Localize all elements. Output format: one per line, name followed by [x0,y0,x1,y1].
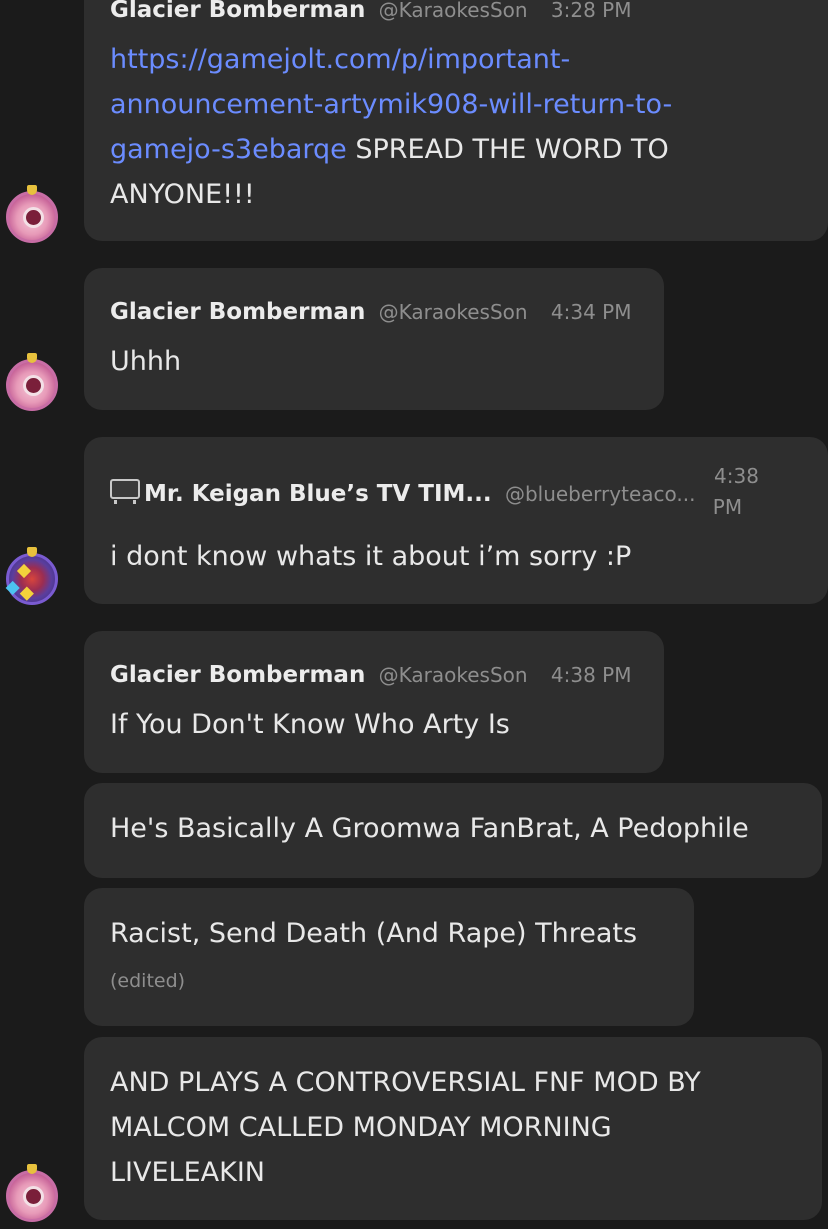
message-time: 4:34 PM [550,300,632,324]
message-link[interactable]: https://gamejolt.com/p/important- [110,44,570,75]
user-avatar[interactable] [6,353,58,411]
message-time: 3:28 PM [550,0,632,22]
message-text: i dont know whats it about i’m sorry :P [110,541,632,572]
user-avatar[interactable] [6,1164,58,1222]
author-handle[interactable]: @KaraokesSon [379,0,528,22]
message-text: Racist, Send Death (And Rape) Threats [110,918,638,949]
message-header: Glacier Bomberman @KaraokesSon 4:34 PM [110,297,631,327]
author-handle[interactable]: @blueberryteaco... [505,482,696,506]
author-handle[interactable]: @KaraokesSon [379,663,528,687]
message-time-hour: 4:38 [714,464,759,488]
author-handle[interactable]: @KaraokesSon [379,300,528,324]
message-link[interactable]: gamejo-s3ebarqe [110,134,347,165]
message-time-ampm: PM [712,495,743,519]
message-text: AND PLAYS A CONTROVERSIAL FNF MOD BY [110,1067,701,1098]
message-text: LIVELEAKIN [110,1157,265,1188]
message-header: Glacier Bomberman @KaraokesSon 3:28 PM [110,0,631,25]
message-bubble[interactable]: Glacier Bomberman @KaraokesSon 3:28 PM h… [84,0,828,241]
message-text: MALCOM CALLED MONDAY MORNING [110,1112,612,1143]
message-text-segment: ANYONE!!! [110,179,255,210]
message-text: ANYONE!!! [110,172,255,217]
author-name[interactable]: Glacier Bomberman [110,662,365,688]
message-link[interactable]: announcement-artymik908-will-return-to- [110,89,672,120]
message-bubble[interactable]: Racist, Send Death (And Rape) Threats (e… [84,888,694,1026]
message-text: https://gamejolt.com/p/important- [110,37,570,82]
edited-label: (edited) [110,970,186,992]
message-time: 4:38 PM [550,663,632,687]
tv-icon [110,479,142,505]
message-bubble[interactable]: He's Basically A Groomwa FanBrat, A Pedo… [84,783,822,878]
message-text-segment: SPREAD THE WORD TO [346,134,669,165]
message-text: gamejo-s3ebarqe SPREAD THE WORD TO [110,127,669,172]
message-bubble[interactable]: Glacier Bomberman @KaraokesSon 4:34 PM U… [84,268,664,410]
author-name[interactable]: Mr. Keigan Blue’s TV TIM... [144,481,492,507]
message-header: Glacier Bomberman @KaraokesSon 4:38 PM [110,660,631,690]
author-name[interactable]: Glacier Bomberman [110,299,365,325]
message-text: If You Don't Know Who Arty Is [110,709,510,740]
user-avatar[interactable] [6,547,58,605]
author-name[interactable]: Glacier Bomberman [110,0,365,23]
user-avatar[interactable] [6,185,58,243]
message-time: 4:38 PM [696,461,759,523]
message-text: He's Basically A Groomwa FanBrat, A Pedo… [110,813,749,844]
message-text: announcement-artymik908-will-return-to- [110,82,672,127]
message-header: Mr. Keigan Blue’s TV TIM... @blueberryte… [110,479,695,509]
message-text: Uhhh [110,346,182,377]
message-bubble[interactable]: Glacier Bomberman @KaraokesSon 4:38 PM I… [84,631,664,773]
message-bubble[interactable]: AND PLAYS A CONTROVERSIAL FNF MOD BY MAL… [84,1037,822,1220]
message-bubble[interactable]: Mr. Keigan Blue’s TV TIM... @blueberryte… [84,437,828,604]
